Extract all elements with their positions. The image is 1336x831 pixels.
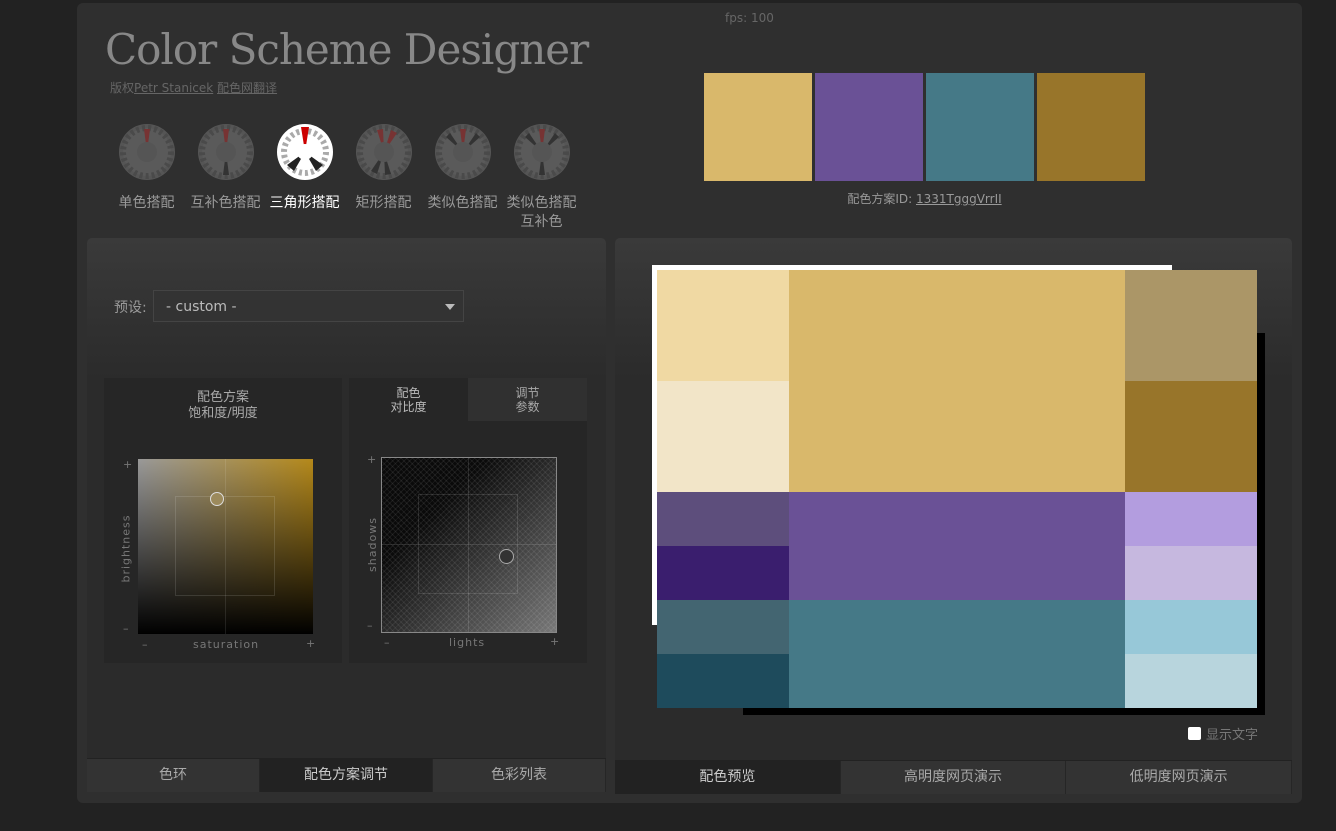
tab-color-list[interactable]: 色彩列表 <box>433 759 606 792</box>
contrast-panel: 配色 对比度 调节 参数 + – shadows – lights + <box>349 378 587 663</box>
tertiary-dark[interactable] <box>657 654 789 708</box>
contrast-graph[interactable] <box>381 457 557 633</box>
sat-panel-title: 配色方案 饱和度/明度 <box>104 378 342 422</box>
primary-muted[interactable] <box>1125 270 1257 381</box>
shadows-minus: – <box>367 619 373 632</box>
mode-analogic[interactable]: 类似色搭配 <box>423 121 502 232</box>
tab-params-line1: 调节 <box>515 386 540 400</box>
logo: Color Scheme Designer <box>105 25 589 74</box>
mode-triad[interactable]: 三角形搭配 <box>265 121 344 232</box>
tertiary-main[interactable] <box>789 600 1125 708</box>
scheme-mode-selector: 单色搭配 互补色搭配 三角形搭配 矩形搭配 类似色搭配 类似色搭配互补色 <box>107 121 581 232</box>
palette-swatch-complement[interactable] <box>1037 73 1145 181</box>
scheme-id-link[interactable]: 1331TgggVrrII <box>916 192 1002 206</box>
tab-preview[interactable]: 配色预览 <box>615 761 841 794</box>
accented-analogic-wheel-icon <box>513 124 570 180</box>
primary-main[interactable] <box>789 270 1125 492</box>
guide-h <box>382 544 556 545</box>
brightness-label: brightness <box>119 514 133 583</box>
right-tabs: 配色预览 高明度网页演示 低明度网页演示 <box>615 760 1293 794</box>
mode-label: 单色搭配 <box>118 195 175 211</box>
adjust-panel: 预设: - custom - 配色方案 饱和度/明度 + – brightnes… <box>87 238 606 792</box>
translator-link[interactable]: 配色网翻译 <box>217 81 277 95</box>
primary-dark[interactable] <box>1125 381 1257 492</box>
saturation-brightness-graph[interactable] <box>138 459 313 634</box>
secondary-light[interactable] <box>1125 492 1257 546</box>
guide-v <box>225 459 226 634</box>
tab-color-wheel[interactable]: 色环 <box>87 759 260 792</box>
mode-mono[interactable]: 单色搭配 <box>107 121 186 232</box>
palette-swatch-tertiary[interactable] <box>926 73 1034 181</box>
preview-panel: 显示文字 配色预览 高明度网页演示 低明度网页演示 <box>615 238 1293 794</box>
tab-dark-page-demo[interactable]: 低明度网页演示 <box>1066 761 1293 794</box>
left-tabs: 色环 配色方案调节 色彩列表 <box>87 758 606 792</box>
sat-title-line1: 配色方案 <box>196 390 249 405</box>
credit-line: 版权Petr Stanicek 配色网翻译 <box>110 79 277 96</box>
preset-select[interactable]: - custom - <box>153 290 464 322</box>
mode-label: 互补色搭配 <box>190 195 261 211</box>
palette-swatch-primary[interactable] <box>704 73 812 181</box>
show-text-label: 显示文字 <box>1206 728 1259 743</box>
lights-plus: + <box>550 635 560 648</box>
color-palette <box>704 73 1148 181</box>
secondary-dark[interactable] <box>657 546 789 600</box>
palette-swatch-secondary[interactable] <box>815 73 923 181</box>
credit-prefix: 版权 <box>110 81 135 95</box>
tertiary-light[interactable] <box>1125 600 1257 654</box>
shadows-label: shadows <box>365 517 379 572</box>
lights-minus: – <box>384 636 390 649</box>
tab-contrast-line2: 对比度 <box>390 400 427 414</box>
analogic-wheel-icon <box>434 124 491 180</box>
chevron-down-icon <box>445 304 455 310</box>
mode-label: 类似色搭配互补色 <box>506 195 577 230</box>
author-link[interactable]: Petr Stanicek <box>134 81 213 95</box>
triad-wheel-icon <box>276 124 333 180</box>
primary-lightest[interactable] <box>657 381 789 492</box>
sat-handle[interactable] <box>210 492 224 506</box>
secondary-muted[interactable] <box>657 492 789 546</box>
tab-params[interactable]: 调节 参数 <box>468 378 587 421</box>
contrast-tabs: 配色 对比度 调节 参数 <box>349 378 587 421</box>
tertiary-lightest[interactable] <box>1125 654 1257 708</box>
sat-plus: + <box>306 637 316 650</box>
contrast-handle[interactable] <box>499 549 514 564</box>
lights-label: lights <box>449 636 486 649</box>
tab-contrast-line1: 配色 <box>396 386 421 400</box>
scheme-id-label: 配色方案ID: <box>847 192 916 206</box>
secondary-lightest[interactable] <box>1125 546 1257 600</box>
color-preview-grid <box>657 270 1257 708</box>
fps-counter: fps: 100 <box>725 11 774 25</box>
mode-accented-analogic[interactable]: 类似色搭配互补色 <box>502 121 581 232</box>
tetrad-wheel-icon <box>355 124 412 180</box>
mono-wheel-icon <box>118 124 175 180</box>
saturation-brightness-panel: 配色方案 饱和度/明度 + – brightness – saturation … <box>104 378 342 663</box>
mode-label: 三角形搭配 <box>269 195 340 211</box>
sat-minus: – <box>142 638 148 651</box>
scheme-id-line: 配色方案ID: 1331TgggVrrII <box>704 190 1145 207</box>
tab-contrast[interactable]: 配色 对比度 <box>349 378 468 421</box>
complement-wheel-icon <box>197 124 254 180</box>
shadows-plus: + <box>367 453 377 466</box>
mode-label: 矩形搭配 <box>355 195 412 211</box>
tertiary-muted[interactable] <box>657 600 789 654</box>
bright-plus: + <box>123 458 133 471</box>
tab-light-page-demo[interactable]: 高明度网页演示 <box>840 761 1067 794</box>
preset-label: 预设: <box>114 300 147 316</box>
tab-params-line2: 参数 <box>515 400 540 414</box>
secondary-main[interactable] <box>789 492 1125 600</box>
mode-complement[interactable]: 互补色搭配 <box>186 121 265 232</box>
primary-light[interactable] <box>657 270 789 381</box>
bright-minus: – <box>123 622 129 635</box>
show-text-toggle[interactable]: 显示文字 <box>1188 724 1258 743</box>
sat-title-line2: 饱和度/明度 <box>188 406 258 421</box>
guide-v <box>468 458 469 632</box>
show-text-checkbox[interactable] <box>1188 727 1201 740</box>
mode-tetrad[interactable]: 矩形搭配 <box>344 121 423 232</box>
tab-scheme-adjust[interactable]: 配色方案调节 <box>260 759 433 792</box>
preset-value: - custom - <box>166 299 237 315</box>
saturation-label: saturation <box>193 638 260 651</box>
mode-label: 类似色搭配 <box>427 195 498 211</box>
